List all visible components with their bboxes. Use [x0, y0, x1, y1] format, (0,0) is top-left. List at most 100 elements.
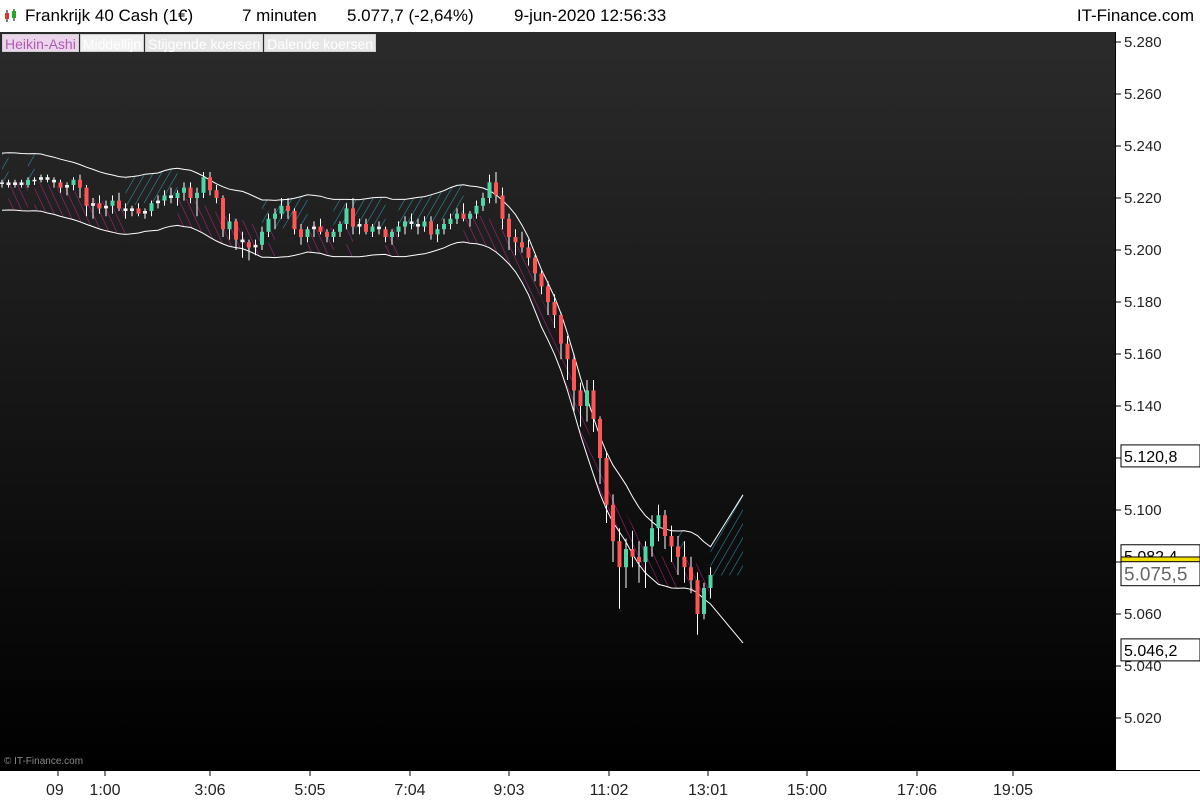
candle-body: [351, 208, 355, 227]
candle-body: [19, 182, 24, 185]
time-tick-label: 17:06: [897, 782, 937, 799]
candle-body: [435, 229, 440, 235]
candle-body: [565, 343, 570, 360]
candle-body: [396, 226, 401, 232]
time-axis-svg: 09 1:00 3:06 5:05 7:04 9:03 11:02 13:01 15:00 17:…: [46, 771, 1033, 799]
candle-body: [682, 556, 687, 568]
candle-body: [377, 226, 381, 230]
falling-band-fill: [268, 228, 275, 258]
candle-body: [182, 187, 186, 193]
candle-body: [266, 218, 271, 232]
candle-body: [260, 231, 264, 245]
price-tick-label: 5.160: [1124, 346, 1162, 363]
candle: [435, 224, 440, 243]
candle-body: [448, 218, 453, 224]
candle-body: [169, 195, 173, 198]
candle-body: [58, 182, 63, 188]
candle-body: [104, 205, 108, 209]
candle-body: [208, 177, 212, 191]
candle-body: [292, 211, 297, 230]
candle-body: [526, 247, 531, 258]
candle: [45, 174, 50, 183]
candle-body: [481, 198, 485, 206]
price-axis-svg: 5.280 5.260 5.240 5.220 5.200 5.180 5.160 5.140…: [1116, 34, 1200, 727]
legend-middellijn[interactable]: Middellijn: [79, 34, 145, 52]
candle-body: [429, 221, 433, 235]
chart-plot-area[interactable]: [0, 32, 1115, 770]
candle: [214, 185, 219, 204]
price-marker-label: 5.120,8: [1124, 449, 1177, 466]
candle-body: [130, 208, 134, 211]
candle-body: [6, 182, 11, 185]
time-tick-label: 5:05: [294, 782, 325, 799]
time-tick-label: 15:00: [787, 782, 827, 799]
time-tick-label: 9:03: [493, 782, 524, 799]
candle-body: [416, 224, 420, 227]
candle-body: [97, 203, 102, 209]
time-axis[interactable]: 09 1:00 3:06 5:05 7:04 9:03 11:02 13:01 15:00 17:…: [0, 770, 1200, 801]
candle: [136, 203, 141, 217]
candle-body: [156, 200, 160, 204]
candle-body: [650, 528, 654, 547]
price-axis[interactable]: 5.280 5.260 5.240 5.220 5.200 5.180 5.160 5.140…: [1115, 32, 1200, 770]
candle-body: [240, 239, 245, 243]
candle-body: [39, 177, 43, 180]
candle: [149, 200, 154, 217]
candlestick-app-icon: [5, 9, 16, 22]
candle-body: [364, 224, 368, 232]
legend-heikin-ashi[interactable]: Heikin-Ashi: [2, 34, 79, 52]
candle-body: [533, 257, 537, 274]
candle-body: [572, 359, 576, 391]
falling-band-fill: [8, 181, 28, 211]
candle-body: [273, 213, 277, 219]
price-tick-label: 5.180: [1124, 294, 1162, 311]
time-tick-label: 09: [46, 782, 64, 799]
candle-body: [143, 211, 147, 214]
candle-body: [214, 190, 219, 198]
candle: [617, 528, 622, 609]
candle-body: [201, 177, 206, 193]
candle-body: [221, 198, 225, 230]
candle-body: [468, 213, 472, 219]
candle-body: [585, 390, 589, 406]
candle-body: [117, 200, 121, 209]
price-tick-label: 5.020: [1124, 710, 1162, 727]
candle-body: [487, 182, 492, 198]
candle-body: [552, 302, 557, 315]
time-tick-label: 1:00: [89, 782, 120, 799]
time-tick-label: 13:01: [688, 782, 728, 799]
candle-body: [45, 177, 50, 180]
candle-body: [598, 419, 602, 458]
time-tick-label: 7:04: [394, 782, 425, 799]
title-bar: Frankrijk 40 Cash (1€) 7 minuten 5.077,7…: [0, 0, 1200, 33]
candle: [520, 231, 524, 253]
candle-body: [676, 546, 680, 557]
price-tick-label: 5.260: [1124, 86, 1162, 103]
candle-body: [91, 203, 95, 206]
candle-body: [318, 226, 323, 232]
rising-band-fill: [28, 153, 35, 183]
candle: [663, 510, 667, 549]
candle-body: [13, 182, 17, 185]
candle-body: [32, 179, 37, 182]
legend-stijgende-koersen[interactable]: Stijgende koersen: [145, 34, 264, 52]
watermark: © IT-Finance.com: [4, 756, 84, 767]
candle-body: [325, 231, 329, 237]
candle-body: [149, 203, 154, 211]
brand-name: IT-Finance.com: [1076, 6, 1194, 25]
interval-label: 7 minuten: [242, 6, 317, 25]
candle-body: [455, 213, 459, 219]
price-marker-label: 5.046,2: [1124, 643, 1177, 660]
candle-body: [546, 286, 550, 302]
instrument-name: Frankrijk 40 Cash (1€): [25, 6, 194, 25]
candle-body: [357, 224, 362, 227]
chart-legend: Heikin-Ashi Middellijn Stijgende koersen…: [2, 34, 377, 52]
candle-body: [188, 187, 193, 198]
candle: [292, 208, 297, 235]
price-marker-label: 5.075,5: [1124, 565, 1187, 586]
candle-body: [474, 205, 479, 214]
legend-dalende-koersen[interactable]: Dalende koersen: [264, 34, 377, 52]
price-tick-label: 5.140: [1124, 398, 1162, 415]
candle-body: [227, 221, 232, 230]
candle-body: [494, 182, 498, 196]
